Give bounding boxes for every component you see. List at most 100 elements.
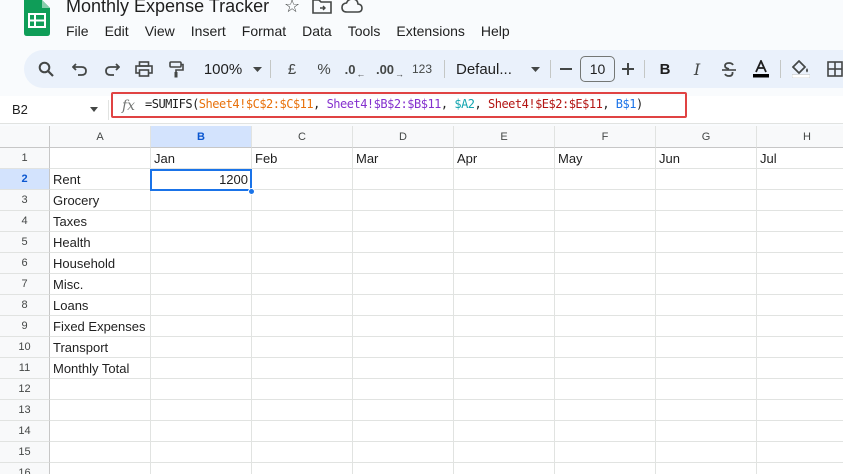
cloud-status-icon[interactable] [341,0,363,14]
cell-c3[interactable] [252,190,353,211]
row-header-10[interactable]: 10 [0,337,50,358]
cell-f10[interactable] [555,337,656,358]
cell-g10[interactable] [656,337,757,358]
undo-icon[interactable] [68,50,92,88]
column-header-e[interactable]: E [454,126,555,148]
font-size-input[interactable]: 10 [580,56,615,82]
cell-b13[interactable] [151,400,252,421]
name-box[interactable]: B2 [12,96,28,124]
percent-format-button[interactable]: % [314,50,334,88]
column-header-g[interactable]: G [656,126,757,148]
italic-icon[interactable]: I [686,50,708,88]
cell-g11[interactable] [656,358,757,379]
name-box-dropdown-icon[interactable] [90,107,98,112]
cell-g1[interactable]: Jun [656,148,757,169]
column-header-b[interactable]: B [151,126,252,148]
cell-b4[interactable] [151,211,252,232]
decrease-decimal-button[interactable]: .0 ← [342,50,368,88]
cell-g8[interactable] [656,295,757,316]
cell-e12[interactable] [454,379,555,400]
row-header-9[interactable]: 9 [0,316,50,337]
cell-f4[interactable] [555,211,656,232]
formula-input[interactable]: =SUMIFS(Sheet4!$C$2:$C$11, Sheet4!$B$2:$… [145,97,643,111]
cell-d2[interactable] [353,169,454,190]
cell-f2[interactable] [555,169,656,190]
cell-e14[interactable] [454,421,555,442]
cell-a13[interactable] [50,400,151,421]
row-header-16[interactable]: 16 [0,463,50,474]
cell-d4[interactable] [353,211,454,232]
cell-d14[interactable] [353,421,454,442]
cell-h16[interactable] [757,463,843,474]
cell-b3[interactable] [151,190,252,211]
cell-c1[interactable]: Feb [252,148,353,169]
column-header-c[interactable]: C [252,126,353,148]
menu-data[interactable]: Data [294,21,340,41]
fill-handle[interactable] [248,188,255,195]
fill-color-icon[interactable] [790,50,812,88]
cell-f12[interactable] [555,379,656,400]
cell-d12[interactable] [353,379,454,400]
column-header-h[interactable]: H [757,126,843,148]
cell-c5[interactable] [252,232,353,253]
row-header-14[interactable]: 14 [0,421,50,442]
cell-d5[interactable] [353,232,454,253]
cell-e15[interactable] [454,442,555,463]
cell-d7[interactable] [353,274,454,295]
redo-icon[interactable] [100,50,124,88]
cell-e10[interactable] [454,337,555,358]
cell-f3[interactable] [555,190,656,211]
row-header-8[interactable]: 8 [0,295,50,316]
font-family-select[interactable]: Defaul... [456,50,526,88]
row-header-1[interactable]: 1 [0,148,50,169]
menu-help[interactable]: Help [473,21,518,41]
cell-d11[interactable] [353,358,454,379]
cell-f15[interactable] [555,442,656,463]
menu-tools[interactable]: Tools [340,21,389,41]
sheets-logo-icon[interactable] [22,0,52,36]
cell-g15[interactable] [656,442,757,463]
cell-e5[interactable] [454,232,555,253]
cell-c14[interactable] [252,421,353,442]
search-menus-icon[interactable] [34,50,58,88]
cell-c2[interactable] [252,169,353,190]
decrease-font-size-button[interactable] [556,50,576,88]
cell-g2[interactable] [656,169,757,190]
borders-icon[interactable] [824,50,843,88]
cell-h13[interactable] [757,400,843,421]
more-formats-button[interactable]: 123 [410,50,434,88]
cell-e6[interactable] [454,253,555,274]
cell-e1[interactable]: Apr [454,148,555,169]
cell-d1[interactable]: Mar [353,148,454,169]
paint-format-icon[interactable] [164,50,188,88]
cell-d9[interactable] [353,316,454,337]
cell-a8[interactable]: Loans [50,295,151,316]
cell-g12[interactable] [656,379,757,400]
cell-b11[interactable] [151,358,252,379]
cell-d6[interactable] [353,253,454,274]
cell-f14[interactable] [555,421,656,442]
cell-a12[interactable] [50,379,151,400]
row-header-7[interactable]: 7 [0,274,50,295]
cell-f11[interactable] [555,358,656,379]
column-header-a[interactable]: A [50,126,151,148]
cell-c13[interactable] [252,400,353,421]
cell-b5[interactable] [151,232,252,253]
cell-h10[interactable] [757,337,843,358]
move-to-folder-icon[interactable] [312,0,332,14]
cell-e3[interactable] [454,190,555,211]
menu-file[interactable]: File [58,21,97,41]
cell-f9[interactable] [555,316,656,337]
row-header-12[interactable]: 12 [0,379,50,400]
star-icon[interactable]: ☆ [284,0,300,17]
cell-f16[interactable] [555,463,656,474]
menu-view[interactable]: View [137,21,183,41]
row-header-6[interactable]: 6 [0,253,50,274]
cell-g13[interactable] [656,400,757,421]
cell-e7[interactable] [454,274,555,295]
zoom-dropdown-icon[interactable] [250,50,264,88]
cell-e4[interactable] [454,211,555,232]
row-header-2[interactable]: 2 [0,169,50,190]
cell-c9[interactable] [252,316,353,337]
cell-b15[interactable] [151,442,252,463]
